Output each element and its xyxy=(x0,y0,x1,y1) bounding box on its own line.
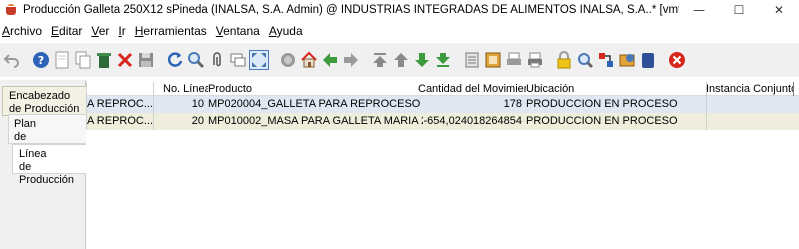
undo-icon[interactable] xyxy=(2,50,22,70)
row-producto: MP020004_GALLETA PARA REPROCESO xyxy=(208,98,421,110)
attachment-icon[interactable] xyxy=(207,50,227,70)
production-lines-grid: No. Línea Producto Cantidad del Movimien… xyxy=(86,82,799,249)
header-producto[interactable]: Producto xyxy=(208,82,418,96)
menu-ir[interactable]: Ir xyxy=(115,24,131,38)
row-reference: A REPROC... xyxy=(87,115,153,127)
first-record-icon[interactable] xyxy=(370,50,390,70)
report-icon[interactable] xyxy=(462,50,482,70)
svg-text:?: ? xyxy=(38,54,44,67)
menu-ayuda[interactable]: Ayuda xyxy=(266,24,309,38)
row-reference: A REPROC... xyxy=(87,98,153,110)
close-window-button[interactable]: ✕ xyxy=(759,0,799,20)
archive-icon[interactable] xyxy=(483,50,503,70)
delete-record-icon[interactable] xyxy=(94,50,114,70)
title-bar: Producción Galleta 250X12 sPineda (INALS… xyxy=(0,0,799,20)
new-record-icon[interactable] xyxy=(52,50,72,70)
workflow-icon[interactable] xyxy=(596,50,616,70)
menu-archivo[interactable]: Archivo xyxy=(0,24,48,38)
maximize-button[interactable]: ☐ xyxy=(719,0,759,20)
table-row[interactable]: A REPROC... 10 MP020004_GALLETA PARA REP… xyxy=(86,96,799,113)
side-tab-strip: Encabezado de Producción Plan de Producc… xyxy=(0,80,86,249)
row-no-linea: 20 xyxy=(191,115,204,127)
print-icon[interactable] xyxy=(525,50,545,70)
row-cantidad: 178 xyxy=(503,98,522,110)
menu-herramientas[interactable]: Herramientas xyxy=(132,24,213,38)
header-instancia-conjunto[interactable]: Instancia Conjunto d xyxy=(706,82,793,96)
grid-header: No. Línea Producto Cantidad del Movimien… xyxy=(86,82,799,96)
menu-editar[interactable]: Editar xyxy=(48,24,88,38)
history-icon[interactable] xyxy=(278,50,298,70)
tab-linea-produccion[interactable]: Línea de Producción xyxy=(12,144,86,186)
row-producto: MP010002_MASA PARA GALLETA MARIA 2... xyxy=(208,115,423,127)
product-info-icon[interactable] xyxy=(638,50,658,70)
exit-icon[interactable] xyxy=(667,50,687,70)
last-record-icon[interactable] xyxy=(433,50,453,70)
lock-icon[interactable] xyxy=(554,50,574,70)
header-scroll-edge xyxy=(793,82,799,96)
table-row[interactable]: A REPROC... 20 MP010002_MASA PARA GALLET… xyxy=(86,113,799,130)
delete-selection-icon[interactable] xyxy=(115,50,135,70)
tab-encabezado-produccion[interactable]: Encabezado de Producción xyxy=(2,86,86,116)
row-ubicacion: PRODUCCION EN PROCESO xyxy=(526,115,678,127)
copy-record-icon[interactable] xyxy=(73,50,93,70)
row-ubicacion: PRODUCCION EN PROCESO xyxy=(526,98,678,110)
previous-record-icon[interactable] xyxy=(391,50,411,70)
menu-ver[interactable]: Ver xyxy=(88,24,115,38)
grid-column-divider xyxy=(86,82,87,130)
window-title: Producción Galleta 250X12 sPineda (INALS… xyxy=(23,4,679,16)
chat-icon[interactable] xyxy=(228,50,248,70)
row-cantidad: -654,024018264854 xyxy=(423,115,522,127)
tab-plan-produccion[interactable]: Plan de Producción xyxy=(8,114,86,156)
minimize-button[interactable]: — xyxy=(679,0,719,20)
menu-bar: Archivo Editar Ver Ir Herramientas Venta… xyxy=(0,22,799,40)
save-icon[interactable] xyxy=(136,50,156,70)
row-no-linea: 10 xyxy=(191,98,204,110)
home-icon[interactable] xyxy=(299,50,319,70)
header-ubicacion[interactable]: Ubicación xyxy=(526,82,666,96)
toolbar: ? xyxy=(0,43,799,77)
app-coffee-icon xyxy=(5,4,17,16)
zoom-across-icon[interactable] xyxy=(575,50,595,70)
help-icon[interactable]: ? xyxy=(31,50,51,70)
refresh-icon[interactable] xyxy=(165,50,185,70)
header-cantidad-movimiento[interactable]: Cantidad del Movimiento xyxy=(418,82,526,96)
back-arrow-icon[interactable] xyxy=(320,50,340,70)
process-icon[interactable] xyxy=(617,50,637,70)
print-preview-icon[interactable] xyxy=(504,50,524,70)
grid-column-divider xyxy=(706,82,707,130)
header-no-linea[interactable]: No. Línea xyxy=(163,82,208,96)
grid-column-divider xyxy=(153,82,154,130)
find-icon[interactable] xyxy=(186,50,206,70)
next-record-icon[interactable] xyxy=(412,50,432,70)
forward-arrow-icon[interactable] xyxy=(341,50,361,70)
menu-ventana[interactable]: Ventana xyxy=(213,24,266,38)
grid-toggle-icon[interactable] xyxy=(249,50,269,70)
